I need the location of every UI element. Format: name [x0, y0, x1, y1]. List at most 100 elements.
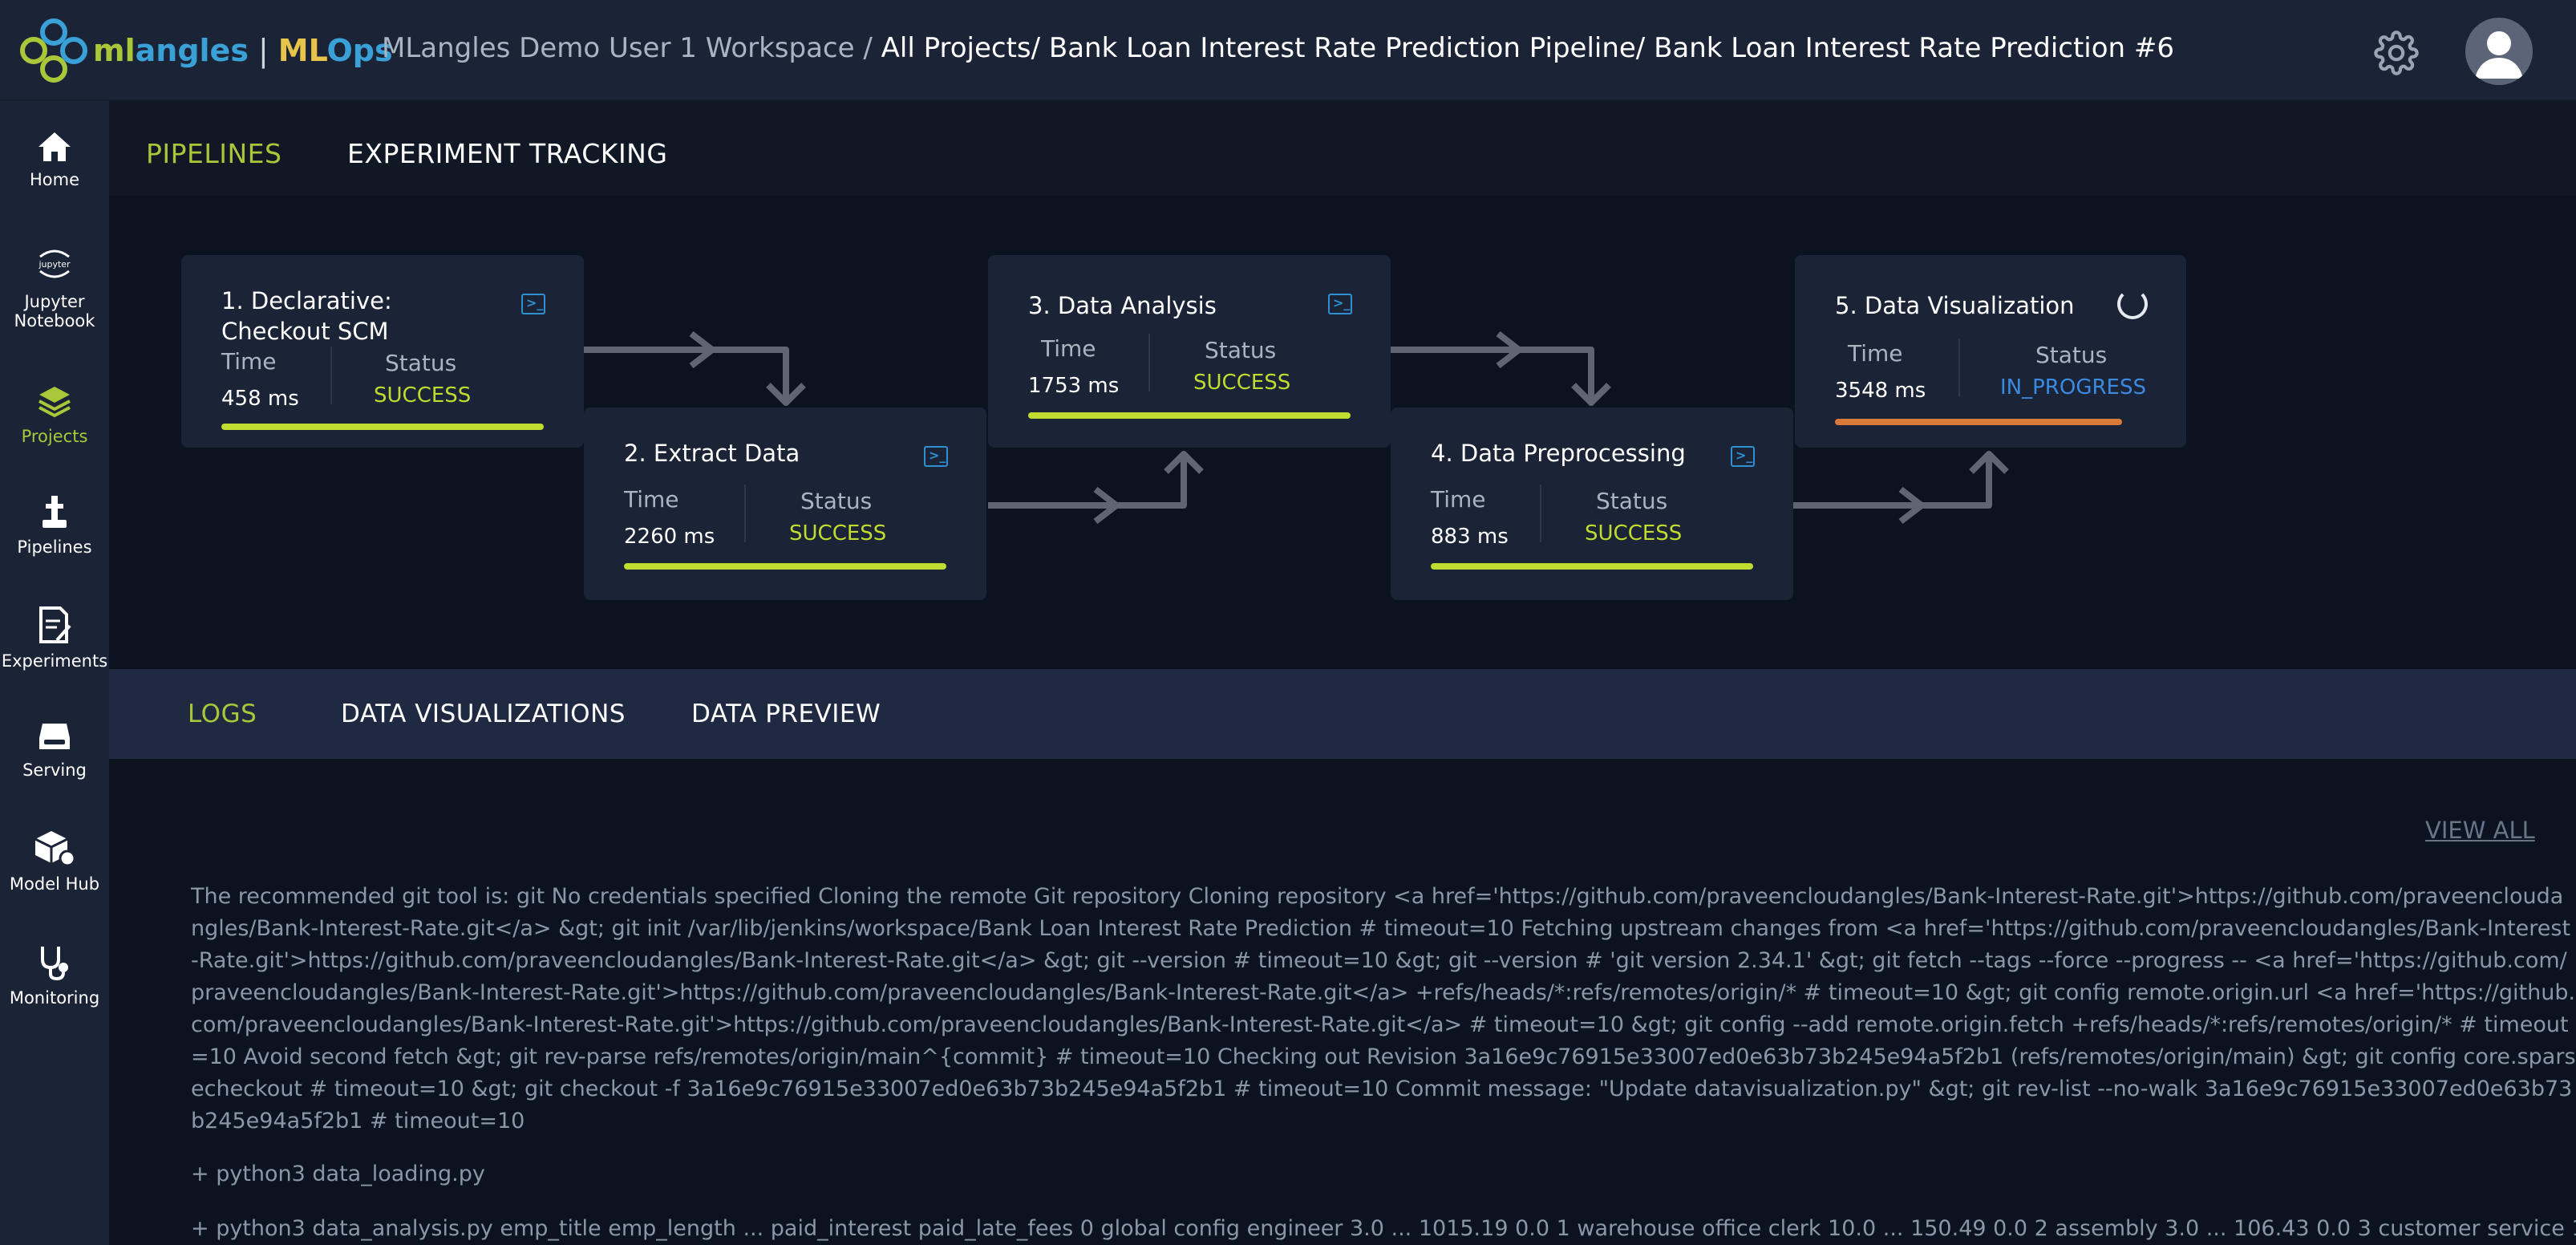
logo-angles: angles	[135, 33, 249, 68]
sidebar-item-monitoring[interactable]: Monitoring	[0, 943, 109, 1008]
card-divider	[1540, 485, 1541, 542]
stage-card-extract-data[interactable]: 2. Extract Data >_ Time 2260 ms Status S…	[584, 408, 986, 600]
sidebar-item-label: Pipelines	[17, 537, 92, 557]
time-value: 1753 ms	[1028, 374, 1120, 398]
connector-2-3	[988, 454, 1187, 509]
log-line: + python3 data_loading.py	[191, 1162, 485, 1186]
stage-title: 2. Extract Data	[624, 440, 800, 467]
card-divider	[744, 485, 746, 542]
progress-bar	[1835, 419, 2122, 425]
logo-icon	[20, 18, 87, 83]
jupyter-icon: jupyter	[38, 249, 71, 278]
spinner-icon	[2117, 289, 2148, 319]
stage-card-data-analysis[interactable]: 3. Data Analysis >_ Time 1753 ms Status …	[988, 255, 1391, 448]
status-value: SUCCESS	[1193, 371, 1291, 395]
card-divider	[1148, 334, 1150, 391]
svg-text:jupyter: jupyter	[38, 259, 71, 270]
user-avatar[interactable]	[2465, 18, 2533, 85]
connector-1-2	[584, 347, 789, 403]
logo-separator: |	[257, 33, 269, 68]
progress-bar	[1431, 563, 1753, 570]
log-output: The recommended git tool is: git No cred…	[191, 884, 2576, 1133]
view-all-link[interactable]: VIEW ALL	[2425, 817, 2535, 844]
breadcrumb-workspace[interactable]: MLangles Demo User 1 Workspace /	[382, 32, 873, 64]
sidebar-item-model-hub[interactable]: Model Hub	[0, 828, 109, 894]
terminal-icon[interactable]: >_	[924, 446, 948, 467]
pipeline-icon	[43, 496, 67, 528]
logo-ml: ml	[93, 33, 136, 68]
progress-bar	[1028, 412, 1351, 419]
sidebar-item-label: Experiments	[1, 651, 108, 671]
top-bar: mlangles | MLOps MLangles Demo User 1 Work…	[0, 0, 2576, 101]
tab-data-visualizations[interactable]: DATA VISUALIZATIONS	[341, 700, 626, 728]
time-value: 458 ms	[221, 387, 299, 411]
user-icon	[2475, 31, 2523, 79]
sidebar-item-jupyter-notebook[interactable]: jupyter Jupyter Notebook	[0, 241, 109, 331]
connector-3-4	[1391, 347, 1594, 403]
stage-title: 3. Data Analysis	[1028, 292, 1217, 319]
time-value: 3548 ms	[1835, 379, 1926, 403]
tab-experiment-tracking[interactable]: EXPERIMENT TRACKING	[347, 138, 667, 169]
top-tabs: PIPELINES EXPERIMENT TRACKING	[109, 101, 2576, 196]
sidebar-item-experiments[interactable]: Experiments	[0, 605, 109, 671]
time-value: 2260 ms	[624, 525, 715, 549]
status-label: Status	[385, 350, 457, 376]
sidebar-item-label: Projects	[21, 427, 88, 446]
breadcrumb: MLangles Demo User 1 Workspace / All Pro…	[382, 32, 2174, 64]
gear-icon[interactable]	[2374, 30, 2419, 75]
sidebar-item-pipelines[interactable]: Pipelines	[0, 494, 109, 557]
terminal-icon[interactable]: >_	[1731, 446, 1755, 467]
time-value: 883 ms	[1431, 525, 1509, 549]
experiments-icon	[39, 606, 71, 643]
logo-mlops-ml: ML	[277, 33, 327, 68]
status-value: SUCCESS	[789, 521, 887, 545]
progress-bar	[624, 563, 946, 570]
status-value: SUCCESS	[374, 383, 472, 408]
sidebar-item-projects[interactable]: Projects	[0, 383, 109, 446]
home-icon	[38, 132, 71, 161]
tab-data-preview[interactable]: DATA PREVIEW	[691, 700, 881, 728]
status-label: Status	[1596, 488, 1668, 514]
log-line: + python3 data_analysis.py emp_title emp…	[191, 1216, 2576, 1241]
sidebar-item-serving[interactable]: Serving	[0, 719, 109, 780]
status-label: Status	[2035, 342, 2108, 368]
sidebar: Home jupyter Jupyter Notebook Projects P…	[0, 101, 109, 1245]
status-value: IN_PROGRESS	[2000, 375, 2146, 399]
sidebar-item-label: Serving	[22, 760, 87, 780]
status-value: SUCCESS	[1585, 521, 1683, 545]
tab-pipelines[interactable]: PIPELINES	[146, 138, 281, 169]
sidebar-item-label: Monitoring	[9, 988, 100, 1008]
terminal-icon[interactable]: >_	[1328, 294, 1352, 314]
stethoscope-icon	[41, 947, 68, 981]
sidebar-item-label: Home	[29, 170, 79, 189]
time-label: Time	[1041, 335, 1096, 362]
sidebar-item-home[interactable]: Home	[0, 130, 109, 189]
time-label: Time	[1848, 340, 1903, 367]
time-label: Time	[221, 348, 277, 375]
detail-tabs: LOGS DATA VISUALIZATIONS DATA PREVIEW	[109, 669, 2576, 759]
card-divider	[1958, 339, 1960, 396]
progress-bar	[221, 424, 544, 430]
time-label: Time	[624, 486, 679, 513]
model-hub-icon	[34, 831, 76, 867]
status-label: Status	[1205, 337, 1277, 363]
connector-4-5	[1793, 454, 1992, 509]
mlangles-logo[interactable]: mlangles | MLOps	[18, 16, 393, 85]
stage-title: 4. Data Preprocessing	[1431, 440, 1686, 467]
stage-title: 5. Data Visualization	[1835, 292, 2075, 319]
stage-card-data-preprocessing[interactable]: 4. Data Preprocessing >_ Time 883 ms Sta…	[1391, 408, 1793, 600]
stage-card-checkout-scm[interactable]: 1. Declarative: Checkout SCM >_ Time 458…	[181, 255, 584, 448]
card-divider	[330, 347, 332, 404]
status-label: Status	[800, 488, 873, 514]
sidebar-item-label: Model Hub	[9, 874, 100, 894]
breadcrumb-path[interactable]: All Projects/ Bank Loan Interest Rate Pr…	[881, 32, 2174, 64]
logs-panel: VIEW ALL The recommended git tool is: gi…	[109, 759, 2576, 1245]
pipeline-graph: 1. Declarative: Checkout SCM >_ Time 458…	[109, 196, 2576, 669]
sidebar-item-label: Jupyter Notebook	[14, 292, 95, 331]
stage-title: 1. Declarative: Checkout SCM	[221, 287, 392, 345]
terminal-icon[interactable]: >_	[521, 294, 545, 314]
stage-card-data-visualization[interactable]: 5. Data Visualization Time 3548 ms Statu…	[1795, 255, 2186, 448]
tab-logs[interactable]: LOGS	[188, 700, 257, 728]
layers-icon	[38, 387, 71, 418]
time-label: Time	[1431, 486, 1486, 513]
